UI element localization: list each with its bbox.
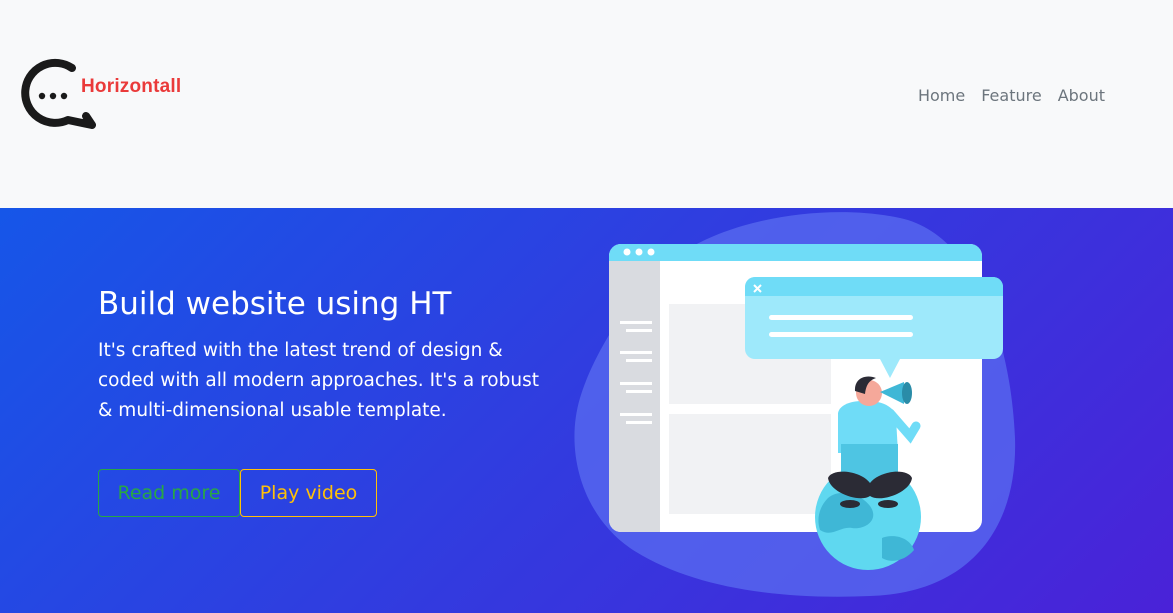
navbar: Horizontall Home Feature About [0,0,1173,208]
read-more-button[interactable]: Read more [98,469,240,517]
nav-links: Home Feature About [918,86,1105,105]
hero-section: Build website using HT It's crafted with… [0,208,1173,613]
hero-description: It's crafted with the latest trend of de… [98,340,539,421]
hero-title: Build website using HT [98,286,452,322]
brand-name: Horizontall [81,76,182,97]
hero-illustration [574,212,1016,597]
brand-logo[interactable]: Horizontall [20,58,210,133]
nav-link-feature[interactable]: Feature [981,86,1041,105]
nav-link-about[interactable]: About [1058,86,1105,105]
play-video-button[interactable]: Play video [240,469,377,517]
nav-link-home[interactable]: Home [918,86,965,105]
